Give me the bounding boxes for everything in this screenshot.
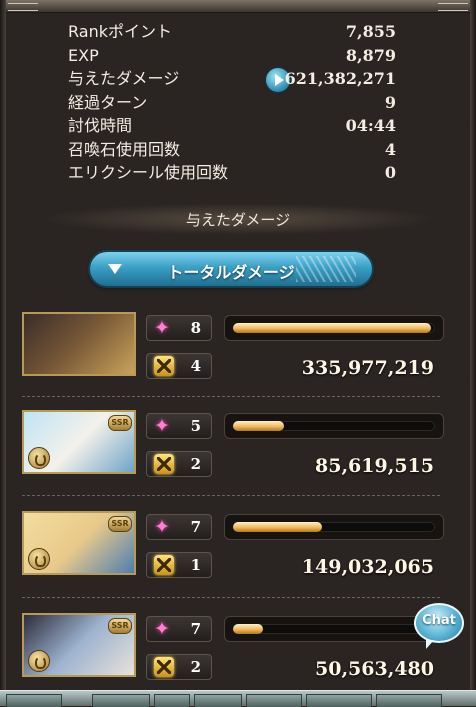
frame-ornament [438, 3, 468, 11]
ougi-burst-icon [154, 454, 174, 474]
character-portrait[interactable]: SSR [22, 613, 136, 677]
ougi-count: 2 [190, 455, 201, 473]
bottom-nav-tab[interactable] [376, 694, 442, 707]
stat-label: EXP [68, 45, 99, 65]
damage-value: 335,977,219 [301, 357, 434, 379]
damage-bar-track [233, 421, 435, 431]
character-portrait[interactable]: SSR [22, 511, 136, 575]
row-divider [22, 597, 440, 598]
stat-clear-time: 討伐時間 04:44 [68, 114, 396, 138]
battle-stats: Rankポイント 7,855 EXP 8,879 与えたダメージ 621,382… [68, 20, 396, 185]
skill-count-badge: ✦ 8 [146, 315, 212, 341]
bottom-nav-tab[interactable] [6, 694, 62, 707]
damage-value: 85,619,515 [315, 455, 434, 477]
skill-count-badge: ✦ 7 [146, 616, 212, 642]
damage-bar [224, 315, 444, 341]
party-member-4: SSR ✦ 7 2 50,563,480 [22, 613, 444, 685]
element-icon [28, 650, 50, 672]
stat-elixir-uses: エリクシール使用回数 0 [68, 161, 396, 185]
ssr-badge: SSR [108, 516, 132, 532]
damage-bar-track [233, 624, 435, 634]
damage-bar-fill [233, 323, 431, 333]
stat-rank-points: Rankポイント 7,855 [68, 20, 396, 44]
chat-button[interactable]: Chat [414, 603, 464, 649]
stat-value: 7,855 [345, 22, 396, 41]
stat-label: Rankポイント [68, 22, 172, 41]
skill-count-badge: ✦ 5 [146, 413, 212, 439]
stat-label: エリクシール使用回数 [68, 163, 229, 182]
ssr-badge: SSR [108, 415, 132, 431]
stat-value: 621,382,271 [284, 69, 396, 88]
damage-bar-track [233, 522, 435, 532]
element-icon [28, 447, 50, 469]
ougi-count: 1 [190, 556, 201, 574]
bottom-nav-tab[interactable] [154, 694, 190, 707]
damage-bar-fill [233, 421, 284, 431]
total-damage-dropdown[interactable]: トータルダメージ [90, 252, 372, 286]
ougi-count-badge: 2 [146, 451, 212, 477]
ougi-count: 2 [190, 658, 201, 676]
damage-bar [224, 514, 444, 540]
damage-value: 149,032,065 [301, 556, 434, 578]
damage-bar [224, 413, 444, 439]
skill-count-badge: ✦ 7 [146, 514, 212, 540]
ougi-count-badge: 2 [146, 654, 212, 680]
stat-label: 召喚石使用回数 [68, 139, 181, 159]
stat-value: 0 [384, 163, 396, 182]
top-frame [0, 0, 476, 13]
skill-count: 8 [190, 319, 201, 337]
skill-count: 7 [190, 620, 201, 638]
sparkle-icon: ✦ [154, 618, 170, 640]
damage-bar-track [233, 323, 435, 333]
damage-value: 50,563,480 [315, 658, 434, 680]
right-frame [470, 0, 476, 690]
bottom-nav-tab[interactable] [246, 694, 302, 707]
stat-value: 8,879 [345, 45, 396, 65]
party-member-1: ✦ 8 4 335,977,219 [22, 312, 444, 384]
skill-count: 5 [190, 417, 201, 435]
ougi-count: 4 [190, 357, 201, 375]
row-divider [22, 396, 440, 397]
frame-ornament [8, 3, 38, 11]
ssr-badge: SSR [108, 618, 132, 634]
chat-label: Chat [422, 613, 456, 628]
stat-label: 与えたダメージ [68, 69, 180, 88]
sparkle-icon: ✦ [154, 317, 170, 339]
ougi-count-badge: 4 [146, 353, 212, 379]
ougi-count-badge: 1 [146, 552, 212, 578]
party-member-2: SSR ✦ 5 2 85,619,515 [22, 410, 444, 482]
party-member-3: SSR ✦ 7 1 149,032,065 [22, 511, 444, 583]
stat-turns: 経過ターン 9 [68, 91, 396, 115]
bottom-nav-tab[interactable] [92, 694, 150, 707]
ougi-burst-icon [154, 555, 174, 575]
bottom-nav-tab[interactable] [306, 694, 372, 707]
stat-value: 9 [384, 92, 396, 112]
stat-exp: EXP 8,879 [68, 44, 396, 68]
damage-bar-fill [233, 522, 322, 532]
stat-label: 討伐時間 [68, 116, 133, 135]
damage-bar-fill [233, 624, 264, 634]
damage-bar [224, 616, 444, 642]
left-frame [0, 0, 6, 690]
sparkle-icon: ✦ [154, 415, 170, 437]
element-icon [28, 548, 50, 570]
sparkle-icon: ✦ [154, 516, 170, 538]
ougi-burst-icon [154, 657, 174, 677]
row-divider [22, 495, 440, 496]
character-portrait[interactable] [22, 312, 136, 376]
bottom-nav-bar [0, 690, 476, 707]
stat-summon-uses: 召喚石使用回数 4 [68, 138, 396, 162]
stat-value: 04:44 [345, 116, 396, 135]
skill-count: 7 [190, 518, 201, 536]
section-title: 与えたダメージ [185, 211, 291, 229]
stat-damage-dealt: 与えたダメージ 621,382,271 [68, 67, 396, 92]
stat-label: 経過ターン [68, 92, 148, 112]
bottom-nav-tab[interactable] [194, 694, 242, 707]
stat-value: 4 [384, 139, 396, 159]
dropdown-label: トータルダメージ [167, 263, 295, 282]
character-portrait[interactable]: SSR [22, 410, 136, 474]
ougi-burst-icon [154, 356, 174, 376]
